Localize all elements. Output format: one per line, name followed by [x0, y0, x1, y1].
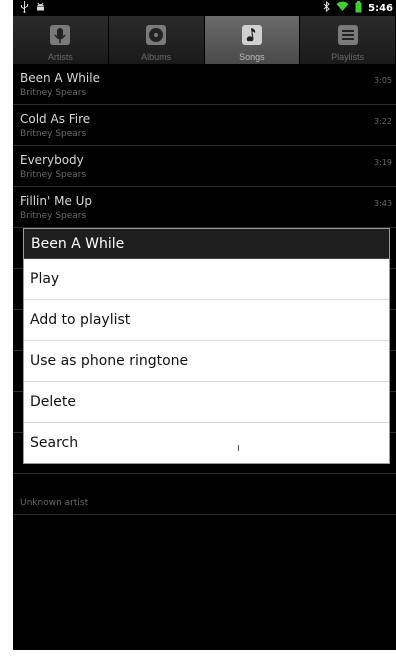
status-right: 5:46: [323, 0, 393, 16]
android-debug-icon: [35, 1, 46, 15]
menu-item-play[interactable]: Play: [24, 259, 389, 300]
list-item[interactable]: Been A While Britney Spears 3:05: [13, 64, 396, 105]
menu-item-delete[interactable]: Delete: [24, 382, 389, 423]
scroll-indicator: [238, 445, 239, 451]
song-title: Fillin' Me Up: [20, 194, 93, 208]
song-duration: 3:19: [374, 158, 392, 167]
song-artist: Britney Spears: [20, 211, 87, 221]
menu-item-use-as-ringtone[interactable]: Use as phone ringtone: [24, 341, 389, 382]
song-artist: Britney Spears: [20, 88, 87, 98]
album-icon: [144, 23, 168, 47]
song-duration: 3:05: [374, 76, 392, 85]
wifi-icon: [336, 1, 349, 15]
song-duration: 3:43: [374, 199, 392, 208]
list-item[interactable]: Fillin' Me Up Britney Spears 3:43: [13, 187, 396, 228]
tab-artists[interactable]: Artists: [13, 16, 109, 64]
context-menu-dialog: Been A While Play Add to playlist Use as…: [23, 228, 390, 464]
tab-label: Playlists: [331, 52, 365, 62]
song-title: Everybody: [20, 153, 84, 167]
usb-icon: [20, 0, 29, 16]
library-tabs: Artists Albums Songs Playlists: [13, 16, 396, 64]
song-title: Cold As Fire: [20, 112, 91, 126]
tab-label: Artists: [47, 52, 73, 62]
menu-item-label: Search: [30, 435, 79, 451]
song-duration: 3:22: [374, 117, 392, 126]
list-item[interactable]: Cold As Fire Britney Spears 3:22: [13, 105, 396, 146]
song-icon: [240, 23, 264, 47]
tab-playlists[interactable]: Playlists: [300, 16, 396, 64]
artist-icon: [48, 23, 72, 47]
bluetooth-icon: [323, 0, 330, 15]
menu-item-add-to-playlist[interactable]: Add to playlist: [24, 300, 389, 341]
dialog-title: Been A While: [24, 229, 389, 259]
battery-icon: [355, 0, 362, 16]
song-title: Been A While: [20, 71, 100, 85]
menu-item-search[interactable]: Search: [24, 423, 389, 464]
list-item[interactable]: Unknown artist: [13, 474, 396, 515]
song-artist: Britney Spears: [20, 170, 87, 180]
tab-label: Albums: [141, 52, 172, 62]
list-item[interactable]: Everybody Britney Spears 3:19: [13, 146, 396, 187]
song-artist: Unknown artist: [20, 498, 89, 508]
phone-screen: 5:46 Artists Albums Songs Playlists Been…: [13, 0, 396, 650]
tab-label: Songs: [239, 52, 265, 62]
tab-songs[interactable]: Songs: [204, 16, 301, 64]
status-left: [20, 0, 46, 16]
tab-albums[interactable]: Albums: [108, 16, 205, 64]
playlist-icon: [336, 23, 360, 47]
status-time: 5:46: [368, 2, 393, 14]
song-artist: Britney Spears: [20, 129, 87, 139]
status-bar: 5:46: [13, 0, 396, 16]
